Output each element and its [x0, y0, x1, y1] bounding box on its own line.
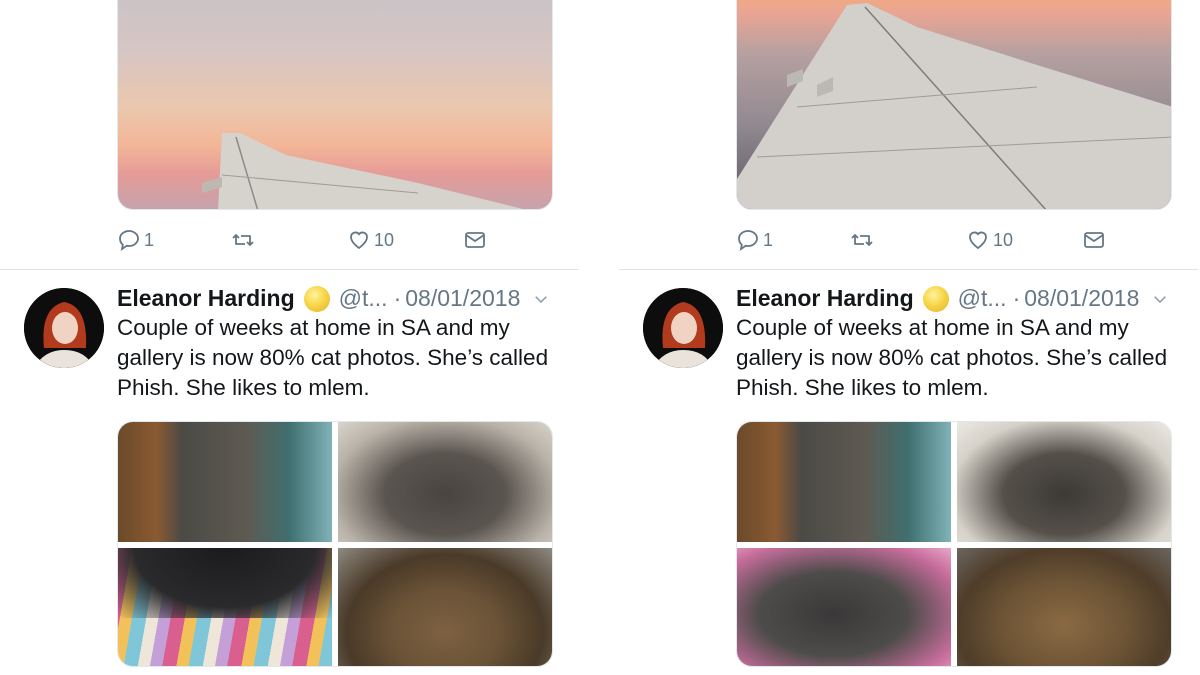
- retweet-icon: [851, 234, 873, 246]
- envelope-icon: [1084, 232, 1104, 248]
- like-count: 10: [993, 229, 1014, 250]
- tweet-date[interactable]: 08/01/2018: [1024, 285, 1139, 312]
- reply-count: 1: [763, 229, 774, 250]
- reply-button[interactable]: 1: [117, 228, 154, 252]
- reply-count: 1: [144, 229, 155, 250]
- like-button[interactable]: 10: [966, 228, 1013, 252]
- envelope-icon: [465, 232, 485, 248]
- reply-button[interactable]: 1: [736, 228, 773, 252]
- tweet-actions: 1 10: [736, 228, 1172, 254]
- reply-icon: [119, 230, 139, 251]
- photo-grid: [736, 421, 1172, 667]
- heart-icon: [969, 231, 987, 250]
- airplane-wing-photo[interactable]: [117, 0, 553, 210]
- avatar[interactable]: [643, 288, 723, 368]
- separator: ·: [1012, 285, 1021, 311]
- cat-photo-4[interactable]: [957, 548, 1171, 666]
- avatar-portrait: [643, 288, 723, 368]
- retweet-button[interactable]: [850, 228, 874, 252]
- cat-photo-4[interactable]: [338, 548, 552, 666]
- moon-emoji-icon: [303, 285, 330, 312]
- tweet-column-right: 1 10 Eleanor Harding @t... · 08/01/2018 …: [619, 0, 1199, 675]
- tweet-text: Couple of weeks at home in SA and my gal…: [117, 315, 549, 400]
- cat-photo-1[interactable]: [737, 422, 951, 542]
- display-name[interactable]: Eleanor Harding: [117, 285, 295, 312]
- cat-photo-1[interactable]: [118, 422, 332, 542]
- message-button[interactable]: [463, 228, 487, 252]
- wing-illustration: [737, 3, 1171, 209]
- tweet-actions: 1 10: [117, 228, 553, 254]
- tweet-text: Couple of weeks at home in SA and my gal…: [736, 315, 1168, 400]
- reply-icon: [738, 230, 758, 251]
- retweet-button[interactable]: [231, 228, 255, 252]
- tweet-divider: [619, 269, 1198, 270]
- like-count: 10: [374, 229, 395, 250]
- airplane-wing-photo[interactable]: [736, 0, 1172, 210]
- message-button[interactable]: [1082, 228, 1106, 252]
- cat-photo-3[interactable]: [737, 548, 951, 666]
- chevron-down-icon[interactable]: [1151, 290, 1169, 308]
- tweet-date[interactable]: 08/01/2018: [405, 285, 520, 312]
- cat-photo-3[interactable]: [118, 548, 332, 666]
- heart-icon: [350, 231, 368, 250]
- display-name[interactable]: Eleanor Harding: [736, 285, 914, 312]
- avatar[interactable]: [24, 288, 104, 368]
- tweet-divider: [0, 269, 579, 270]
- cat-photo-2[interactable]: [957, 422, 1171, 542]
- tweet-header: Eleanor Harding @t... · 08/01/2018: [117, 285, 557, 312]
- cat-photo-2[interactable]: [338, 422, 552, 542]
- avatar-portrait: [24, 288, 104, 368]
- retweet-icon: [232, 234, 254, 246]
- user-handle[interactable]: @t...: [339, 285, 388, 312]
- wing-illustration: [202, 133, 523, 209]
- user-handle[interactable]: @t...: [958, 285, 1007, 312]
- separator: ·: [393, 285, 402, 311]
- like-button[interactable]: 10: [347, 228, 394, 252]
- moon-emoji-icon: [922, 285, 949, 312]
- photo-grid: [117, 421, 553, 667]
- tweet-column-left: 1 10 Eleanor Harding @t... · 08/01/2018 …: [0, 0, 580, 675]
- tweet-header: Eleanor Harding @t... · 08/01/2018: [736, 285, 1176, 312]
- chevron-down-icon[interactable]: [532, 290, 550, 308]
